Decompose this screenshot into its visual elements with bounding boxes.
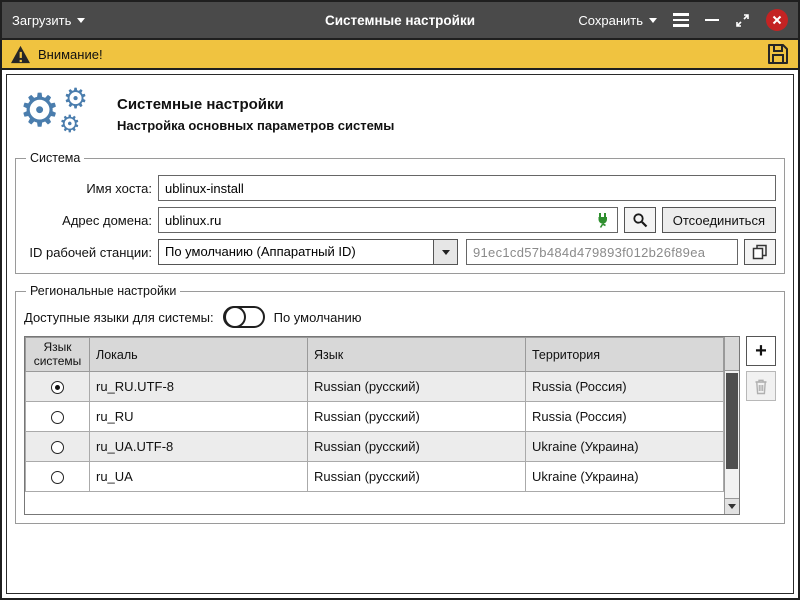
app-window: Загрузить Системные настройки Сохранить	[0, 0, 800, 600]
copy-icon	[752, 244, 768, 260]
scrollbar-cap	[725, 337, 739, 371]
gears-icon: ⚙ ⚙ ⚙	[17, 85, 103, 143]
close-icon	[766, 9, 788, 31]
radio-cell	[26, 402, 90, 432]
floppy-save-icon	[766, 42, 790, 66]
territory-cell: Ukraine (Украина)	[526, 462, 724, 492]
delete-locale-button[interactable]	[746, 371, 776, 401]
territory-cell: Ukraine (Украина)	[526, 432, 724, 462]
table-header-row: Язык системы Локаль Язык Территория	[26, 338, 724, 372]
locale-radio[interactable]	[51, 381, 64, 394]
domain-label: Адрес домена:	[24, 213, 152, 228]
vertical-scrollbar[interactable]	[724, 337, 739, 514]
locale-table: Язык системы Локаль Язык Территория ru_R…	[24, 336, 740, 515]
regional-group: Региональные настройки Доступные языки д…	[15, 284, 785, 524]
domain-input[interactable]	[158, 207, 618, 233]
page-subtitle: Настройка основных параметров системы	[117, 118, 394, 133]
language-cell: Russian (русский)	[308, 432, 526, 462]
language-cell: Russian (русский)	[308, 372, 526, 402]
languages-toggle[interactable]	[223, 306, 265, 328]
toggle-knob	[224, 306, 246, 328]
locale-radio[interactable]	[51, 471, 64, 484]
save-menu-button[interactable]: Сохранить	[578, 13, 657, 28]
locale-cell: ru_RU	[90, 402, 308, 432]
language-cell: Russian (русский)	[308, 462, 526, 492]
locale-table-body: ru_RU.UTF-8 Russian (русский) Russia (Ро…	[26, 372, 724, 492]
warning-label: Внимание!	[38, 47, 103, 62]
header-language: Язык	[308, 338, 526, 372]
system-group: Система Имя хоста: Адрес домена:	[15, 151, 785, 274]
language-cell: Russian (русский)	[308, 402, 526, 432]
locale-cell: ru_RU.UTF-8	[90, 372, 308, 402]
station-id-label: ID рабочей станции:	[24, 245, 152, 260]
locale-radio[interactable]	[51, 441, 64, 454]
search-icon	[632, 212, 648, 228]
header-system-language: Язык системы	[26, 338, 90, 372]
radio-cell	[26, 432, 90, 462]
save-settings-button[interactable]	[766, 42, 790, 66]
main-content: ⚙ ⚙ ⚙ Системные настройки Настройка осно…	[6, 74, 794, 594]
table-row[interactable]: ru_UA Russian (русский) Ukraine (Украина…	[26, 462, 724, 492]
toggle-state-label: По умолчанию	[274, 310, 362, 325]
system-group-legend: Система	[26, 151, 84, 165]
chevron-down-icon	[442, 250, 450, 255]
locale-cell: ru_UA.UTF-8	[90, 432, 308, 462]
header-locale: Локаль	[90, 338, 308, 372]
station-id-hash-field[interactable]	[466, 239, 738, 265]
hamburger-icon	[673, 13, 689, 27]
languages-label: Доступные языки для системы:	[24, 310, 214, 325]
close-button[interactable]	[766, 9, 788, 31]
table-row[interactable]: ru_RU Russian (русский) Russia (Россия)	[26, 402, 724, 432]
minimize-icon	[705, 19, 719, 22]
page-header: ⚙ ⚙ ⚙ Системные настройки Настройка осно…	[7, 75, 793, 151]
minimize-button[interactable]	[705, 19, 719, 22]
warning-icon	[10, 45, 31, 64]
titlebar: Загрузить Системные настройки Сохранить	[2, 2, 798, 38]
expand-icon	[735, 13, 750, 28]
search-domain-button[interactable]	[624, 207, 656, 233]
arrow-down-icon	[728, 504, 736, 509]
page-title: Системные настройки	[117, 96, 394, 113]
chevron-down-icon	[77, 18, 85, 23]
station-id-selected-option: По умолчанию (Аппаратный ID)	[159, 240, 433, 264]
hostname-label: Имя хоста:	[24, 181, 152, 196]
territory-cell: Russia (Россия)	[526, 402, 724, 432]
menu-button[interactable]	[673, 13, 689, 27]
add-locale-button[interactable]: +	[746, 336, 776, 366]
territory-cell: Russia (Россия)	[526, 372, 724, 402]
warning-bar: Внимание!	[2, 38, 798, 70]
load-menu-label: Загрузить	[12, 13, 71, 28]
disconnect-button[interactable]: Отсоединиться	[662, 207, 776, 233]
maximize-button[interactable]	[735, 13, 750, 28]
locale-radio[interactable]	[51, 411, 64, 424]
table-row[interactable]: ru_RU.UTF-8 Russian (русский) Russia (Ро…	[26, 372, 724, 402]
locale-cell: ru_UA	[90, 462, 308, 492]
radio-cell	[26, 462, 90, 492]
save-menu-label: Сохранить	[578, 13, 643, 28]
trash-icon	[753, 378, 769, 395]
regional-group-legend: Региональные настройки	[26, 284, 180, 298]
copy-id-button[interactable]	[744, 239, 776, 265]
radio-cell	[26, 372, 90, 402]
hostname-input[interactable]	[158, 175, 776, 201]
load-menu-button[interactable]: Загрузить	[12, 13, 85, 28]
header-territory: Территория	[526, 338, 724, 372]
scrollbar-thumb[interactable]	[726, 373, 738, 469]
table-row[interactable]: ru_UA.UTF-8 Russian (русский) Ukraine (У…	[26, 432, 724, 462]
station-id-select[interactable]: По умолчанию (Аппаратный ID)	[158, 239, 458, 265]
combo-dropdown-button[interactable]	[433, 240, 457, 264]
chevron-down-icon	[649, 18, 657, 23]
scroll-down-button[interactable]	[725, 498, 739, 514]
